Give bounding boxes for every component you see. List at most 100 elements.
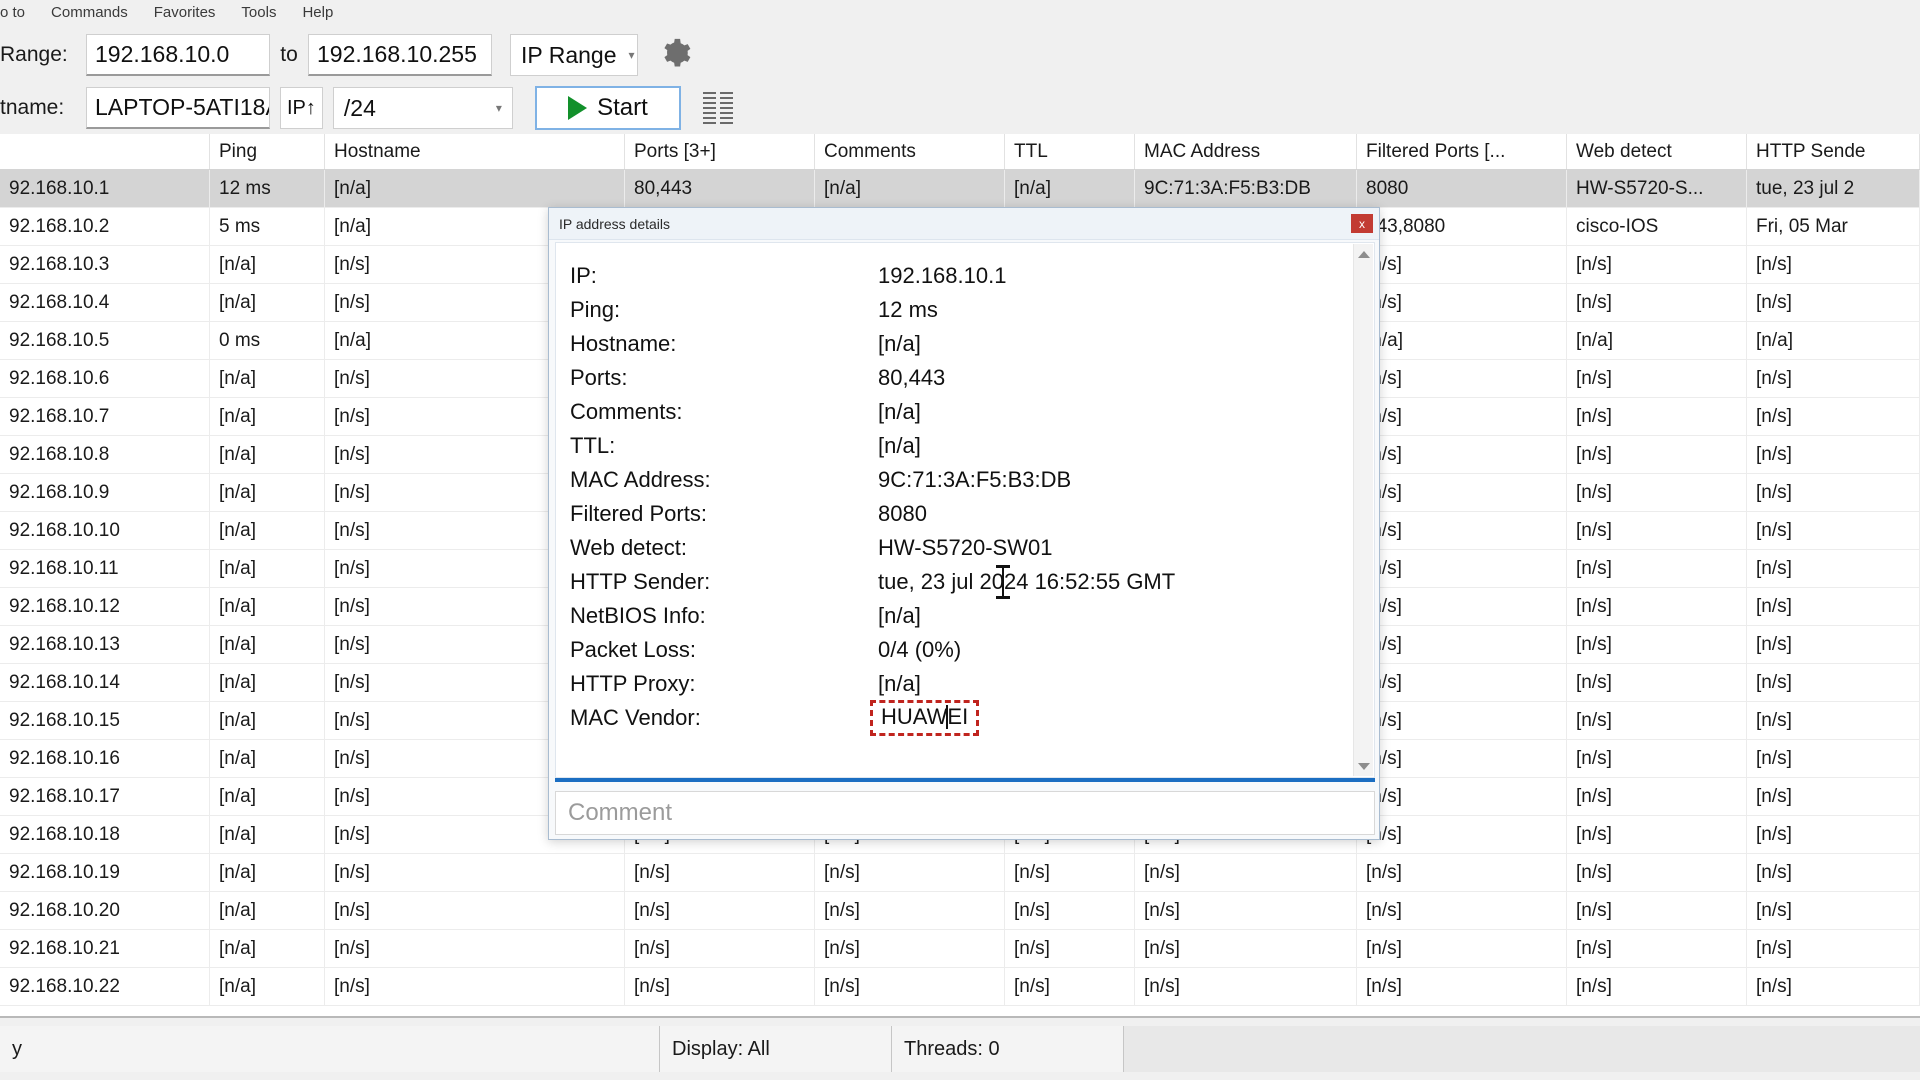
start-button[interactable]: Start bbox=[534, 86, 681, 130]
dialog-field-value[interactable]: [n/a] bbox=[878, 331, 921, 357]
range-to-input[interactable]: 192.168.10.255 bbox=[308, 34, 492, 76]
cell-ping: 12 ms bbox=[210, 170, 325, 208]
scan-mode-value: IP Range bbox=[521, 41, 617, 68]
dialog-field-value[interactable]: [n/a] bbox=[878, 603, 921, 629]
range-from-input[interactable]: 192.168.10.0 bbox=[86, 34, 270, 76]
column-header-ttl[interactable]: TTL bbox=[1005, 134, 1135, 169]
dialog-field-label: MAC Address: bbox=[570, 467, 711, 492]
cell-ping: 5 ms bbox=[210, 208, 325, 246]
cell-filtered: [n/s] bbox=[1357, 398, 1567, 436]
dialog-field-value[interactable]: HW-S5720-SW01 bbox=[878, 535, 1052, 561]
cell-ip: 92.168.10.11 bbox=[0, 550, 210, 588]
dialog-field-value[interactable]: [n/a] bbox=[878, 433, 921, 459]
cell-web: [n/s] bbox=[1567, 854, 1747, 892]
table-row[interactable]: 92.168.10.19 [n/a] [n/s] [n/s] [n/s] [n/s] [n/… bbox=[0, 854, 1920, 892]
menu-item-goto[interactable]: o to bbox=[0, 0, 38, 26]
cell-ip: 92.168.10.2 bbox=[0, 208, 210, 246]
cell-web: [n/s] bbox=[1567, 702, 1747, 740]
cell-ip: 92.168.10.17 bbox=[0, 778, 210, 816]
table-row[interactable]: 92.168.10.21 [n/a] [n/s] [n/s] [n/s] [n/s] [n/… bbox=[0, 930, 1920, 968]
menu-item-commands[interactable]: Commands bbox=[38, 0, 141, 26]
scroll-up-icon[interactable] bbox=[1354, 244, 1374, 264]
cell-ip: 92.168.10.5 bbox=[0, 322, 210, 360]
dialog-field-label: HTTP Sender: bbox=[570, 569, 711, 594]
dialog-field-value[interactable]: [n/a] bbox=[878, 399, 921, 425]
table-row[interactable]: 92.168.10.1 12 ms [n/a] 80,443 [n/a] [n/a] 9C:… bbox=[0, 170, 1920, 208]
cell-ping: [n/a] bbox=[210, 816, 325, 854]
cell-http: [n/s] bbox=[1747, 740, 1920, 778]
cell-web: [n/s] bbox=[1567, 816, 1747, 854]
menu-item-tools[interactable]: Tools bbox=[228, 0, 289, 26]
cell-filtered: 8080 bbox=[1357, 170, 1567, 208]
column-header-ip[interactable] bbox=[0, 134, 210, 169]
column-header-hostname[interactable]: Hostname bbox=[325, 134, 625, 169]
close-icon[interactable]: x bbox=[1351, 214, 1373, 233]
cell-filtered: [n/s] bbox=[1357, 550, 1567, 588]
scan-mode-select[interactable]: IP Range ▾ bbox=[510, 34, 638, 76]
chevron-down-icon: ▾ bbox=[628, 48, 635, 62]
menu-item-favorites[interactable]: Favorites bbox=[141, 0, 229, 26]
cell-ip: 92.168.10.21 bbox=[0, 930, 210, 968]
dialog-field-row: Ports: 80,443 bbox=[570, 361, 1374, 395]
cell-hostname: [n/s] bbox=[325, 892, 625, 930]
cell-ping: [n/a] bbox=[210, 246, 325, 284]
cell-hostname: [n/s] bbox=[325, 930, 625, 968]
cell-ports: [n/s] bbox=[625, 968, 815, 1006]
dialog-scrollbar[interactable] bbox=[1353, 244, 1373, 776]
cell-web: [n/s] bbox=[1567, 664, 1747, 702]
column-header-comments[interactable]: Comments bbox=[815, 134, 1005, 169]
cell-http: [n/s] bbox=[1747, 398, 1920, 436]
menu-item-help[interactable]: Help bbox=[289, 0, 346, 26]
cell-web: HW-S5720-S... bbox=[1567, 170, 1747, 208]
ip-address-details-dialog: IP address details x IP: 192.168.10.1 Ping… bbox=[548, 207, 1380, 840]
cell-http: [n/a] bbox=[1747, 322, 1920, 360]
table-row[interactable]: 92.168.10.22 [n/a] [n/s] [n/s] [n/s] [n/s] [n/… bbox=[0, 968, 1920, 1006]
dialog-field-value[interactable]: [n/a] bbox=[878, 671, 921, 697]
dialog-field-label: Comments: bbox=[570, 399, 683, 424]
dialog-field-value[interactable]: 12 ms bbox=[878, 297, 938, 323]
cell-http: [n/s] bbox=[1747, 550, 1920, 588]
column-header-http[interactable]: HTTP Sende bbox=[1747, 134, 1920, 169]
cell-ttl: [n/s] bbox=[1005, 854, 1135, 892]
dialog-field-label: MAC Vendor: bbox=[570, 705, 701, 730]
cell-web: [n/s] bbox=[1567, 512, 1747, 550]
dialog-field-value[interactable]: 0/4 (0%) bbox=[878, 637, 961, 663]
dialog-field-row: HTTP Proxy: [n/a] bbox=[570, 667, 1374, 701]
dialog-field-row: HTTP Sender: tue, 23 jul 2024 16:52:55 GM… bbox=[570, 565, 1374, 599]
dialog-field-list: IP: 192.168.10.1 Ping: 12 ms Hostname: [n/a] P… bbox=[556, 243, 1374, 736]
dialog-field-value[interactable]: tue, 23 jul 2024 16:52:55 GMT bbox=[878, 569, 1175, 595]
column-header-filtered[interactable]: Filtered Ports [... bbox=[1357, 134, 1567, 169]
dialog-field-value[interactable]: 8080 bbox=[878, 501, 927, 527]
dialog-field-value-highlighted[interactable]: HUAWEI bbox=[870, 700, 980, 736]
cell-ping: [n/a] bbox=[210, 512, 325, 550]
dialog-field-value[interactable]: 9C:71:3A:F5:B3:DB bbox=[878, 467, 1071, 493]
hostname-input[interactable]: LAPTOP-5ATI18AM bbox=[86, 87, 270, 129]
table-row[interactable]: 92.168.10.20 [n/a] [n/s] [n/s] [n/s] [n/s] [n/… bbox=[0, 892, 1920, 930]
dialog-field-value[interactable]: 80,443 bbox=[878, 365, 945, 391]
column-header-mac[interactable]: MAC Address bbox=[1135, 134, 1357, 169]
cell-ping: [n/a] bbox=[210, 550, 325, 588]
netmask-select[interactable]: /24 ▾ bbox=[332, 87, 513, 129]
cell-http: [n/s] bbox=[1747, 246, 1920, 284]
list-columns-icon[interactable] bbox=[702, 92, 733, 124]
column-header-ping[interactable]: Ping bbox=[210, 134, 325, 169]
cell-comments: [n/s] bbox=[815, 892, 1005, 930]
gear-icon[interactable] bbox=[658, 36, 692, 75]
comment-input[interactable]: Comment bbox=[555, 791, 1375, 835]
dialog-field-row: Hostname: [n/a] bbox=[570, 327, 1374, 361]
chevron-down-icon: ▾ bbox=[495, 101, 502, 115]
cell-ip: 92.168.10.9 bbox=[0, 474, 210, 512]
ip-up-button[interactable]: IP↑ bbox=[280, 87, 323, 129]
cell-ip: 92.168.10.6 bbox=[0, 360, 210, 398]
cell-hostname: [n/s] bbox=[325, 854, 625, 892]
dialog-field-row: MAC Vendor: HUAWEI bbox=[570, 700, 1374, 736]
cell-ping: [n/a] bbox=[210, 854, 325, 892]
cell-http: [n/s] bbox=[1747, 778, 1920, 816]
menu-bar: o to Commands Favorites Tools Help bbox=[0, 0, 1920, 26]
column-header-ports[interactable]: Ports [3+] bbox=[625, 134, 815, 169]
scroll-down-icon[interactable] bbox=[1354, 756, 1374, 776]
cell-filtered: [n/s] bbox=[1357, 588, 1567, 626]
column-header-web[interactable]: Web detect bbox=[1567, 134, 1747, 169]
dialog-field-value[interactable]: 192.168.10.1 bbox=[878, 263, 1006, 289]
cell-filtered: [n/s] bbox=[1357, 778, 1567, 816]
